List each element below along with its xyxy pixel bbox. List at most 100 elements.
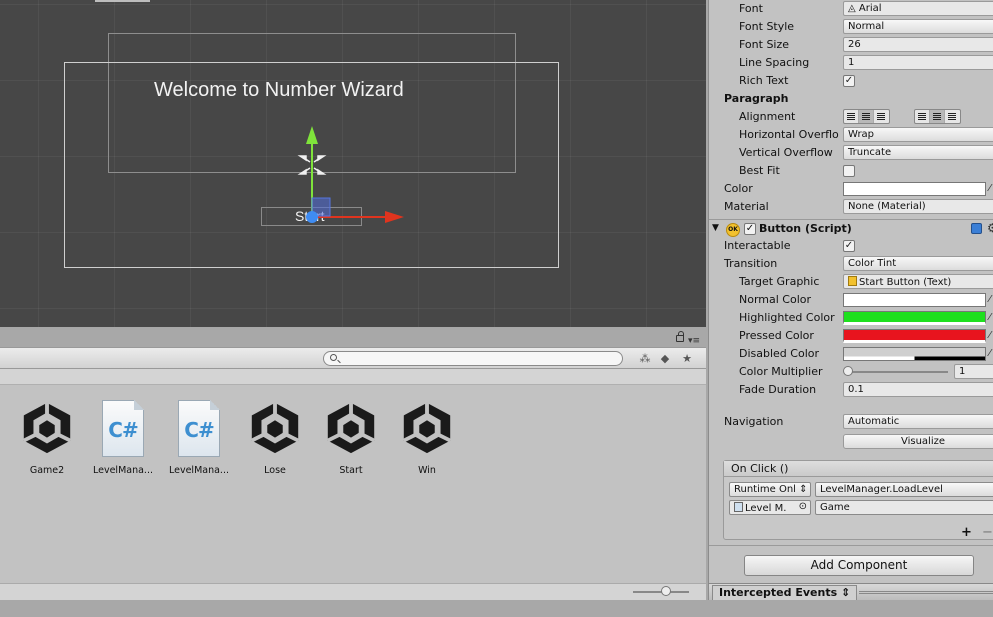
asset-label: Game2	[29, 465, 65, 476]
vertical-overflow-label: Vertical Overflow	[739, 146, 833, 159]
asset-levelmanager-2[interactable]: C# LevelMana...	[164, 399, 234, 476]
script-object-icon	[734, 502, 743, 512]
align-right-icon[interactable]	[874, 110, 889, 123]
favorites-star-icon[interactable]: ★	[677, 350, 697, 367]
font-row: Font ◬ Arial	[709, 0, 993, 18]
search-input[interactable]	[323, 351, 623, 366]
font-style-dropdown[interactable]: Normal	[843, 19, 993, 34]
vertical-alignment-group[interactable]	[914, 109, 961, 124]
intercepted-events-bar: Intercepted Events ⇕	[708, 583, 993, 600]
align-left-icon[interactable]	[844, 110, 859, 123]
disabled-color-row: Disabled Color ⁄	[709, 345, 993, 363]
onclick-event-box: On Click () Runtime Onl ⇕ LevelManager.L…	[723, 460, 993, 540]
add-listener-button[interactable]: +	[961, 525, 972, 540]
filter-by-label-icon[interactable]: ◆	[655, 350, 675, 367]
help-book-icon[interactable]	[971, 223, 982, 234]
line-spacing-input[interactable]: 1	[843, 55, 993, 70]
interactable-label: Interactable	[724, 239, 791, 252]
align-bottom-icon[interactable]	[945, 110, 960, 123]
function-dropdown[interactable]: LevelManager.LoadLevel ▾	[815, 482, 993, 497]
unity-scene-icon	[392, 399, 462, 459]
color-row: Color ⁄	[709, 180, 993, 198]
icon-size-slider-thumb[interactable]	[661, 586, 671, 596]
asset-lose[interactable]: Lose	[240, 399, 310, 476]
transition-row: Transition Color Tint	[709, 255, 993, 273]
button-component-header[interactable]: ▼ OK ✓ Button (Script) ⚙	[709, 219, 993, 238]
intercepted-events-tab[interactable]: Intercepted Events ⇕	[712, 585, 858, 600]
target-graphic-field[interactable]: Start Button (Text)	[843, 274, 993, 289]
target-graphic-row: Target Graphic Start Button (Text)	[709, 273, 993, 291]
pivot-handle	[306, 211, 318, 223]
font-field[interactable]: ◬ Arial	[843, 1, 993, 16]
best-fit-checkbox[interactable]	[843, 165, 855, 177]
color-multiplier-slider-thumb[interactable]	[843, 366, 853, 376]
font-size-label: Font Size	[739, 38, 790, 51]
unity-scene-icon	[240, 399, 310, 459]
color-multiplier-row: Color Multiplier 1	[709, 363, 993, 381]
x-axis-arrow	[385, 211, 404, 223]
rich-text-checkbox[interactable]: ✓	[843, 75, 855, 87]
eyedropper-icon[interactable]: ⁄	[989, 348, 991, 359]
eyedropper-icon[interactable]: ⁄	[989, 294, 991, 305]
filter-by-type-icon[interactable]: ⁂	[635, 350, 655, 367]
horizontal-overflow-dropdown[interactable]: Wrap	[843, 127, 993, 142]
color-multiplier-slider[interactable]	[847, 371, 948, 373]
color-multiplier-input[interactable]: 1	[954, 364, 993, 379]
horizontal-alignment-group[interactable]	[843, 109, 890, 124]
move-gizmo[interactable]	[0, 0, 706, 327]
color-label: Color	[724, 182, 753, 195]
eyedropper-icon[interactable]: ⁄	[989, 183, 991, 194]
runtime-mode-dropdown[interactable]: Runtime Onl ⇕	[729, 482, 811, 497]
gear-icon[interactable]: ⚙	[987, 221, 993, 235]
foldout-arrow-icon[interactable]: ▼	[712, 223, 719, 233]
align-center-icon[interactable]	[859, 110, 874, 123]
material-field[interactable]: None (Material)	[843, 199, 993, 214]
unity-scene-icon	[316, 399, 386, 459]
unity-scene-icon	[12, 399, 82, 459]
asset-levelmanager-1[interactable]: C# LevelMana...	[88, 399, 158, 476]
paragraph-heading: Paragraph	[724, 92, 789, 105]
normal-color-swatch[interactable]	[843, 293, 986, 307]
asset-start[interactable]: Start	[316, 399, 386, 476]
font-size-row: Font Size 26	[709, 36, 993, 54]
text-color-swatch[interactable]	[843, 182, 986, 196]
visualize-button[interactable]: Visualize	[843, 434, 993, 449]
scene-view[interactable]: Welcome to Number Wizard Start	[0, 0, 706, 327]
target-graphic-label: Target Graphic	[739, 275, 820, 288]
csharp-script-icon: C#	[164, 399, 234, 459]
eyedropper-icon[interactable]: ⁄	[989, 330, 991, 341]
align-top-icon[interactable]	[915, 110, 930, 123]
asset-game2[interactable]: Game2	[12, 399, 82, 476]
fade-duration-input[interactable]: 0.1	[843, 382, 993, 397]
remove-listener-button[interactable]: −	[982, 525, 993, 540]
argument-input[interactable]: Game	[815, 500, 993, 515]
disabled-color-swatch[interactable]	[843, 347, 986, 361]
transition-dropdown[interactable]: Color Tint	[843, 256, 993, 271]
lock-icon[interactable]	[676, 331, 684, 342]
panel-splitter[interactable]	[0, 327, 706, 347]
component-title: Button (Script)	[759, 222, 852, 235]
best-fit-label: Best Fit	[739, 164, 780, 177]
project-statusbar	[0, 583, 706, 601]
vertical-overflow-dropdown[interactable]: Truncate	[843, 145, 993, 160]
font-size-input[interactable]: 26	[843, 37, 993, 52]
target-object-field[interactable]: Level M. ⊙	[729, 500, 811, 515]
eyedropper-icon[interactable]: ⁄	[989, 312, 991, 323]
align-middle-icon[interactable]	[930, 110, 945, 123]
highlighted-color-swatch[interactable]	[843, 311, 986, 325]
project-panel: ⁂ ◆ ★ Game2 C# LevelMana... C# LevelMana…	[0, 347, 706, 601]
component-enabled-checkbox[interactable]: ✓	[744, 223, 756, 235]
panel-menu-icon[interactable]: ▾≡	[688, 336, 700, 346]
onclick-header: On Click ()	[724, 461, 993, 477]
add-component-button[interactable]: Add Component	[744, 555, 974, 576]
script-ok-icon: OK	[726, 223, 740, 237]
pressed-color-swatch[interactable]	[843, 329, 986, 343]
asset-win[interactable]: Win	[392, 399, 462, 476]
highlighted-color-row: Highlighted Color ⁄	[709, 309, 993, 327]
navigation-dropdown[interactable]: Automatic	[843, 414, 993, 429]
interactable-checkbox[interactable]: ✓	[843, 240, 855, 252]
drag-handle[interactable]	[859, 591, 993, 594]
project-toolbar: ⁂ ◆ ★	[0, 348, 706, 369]
window-bottom-strip	[0, 600, 706, 617]
pressed-color-row: Pressed Color ⁄	[709, 327, 993, 345]
